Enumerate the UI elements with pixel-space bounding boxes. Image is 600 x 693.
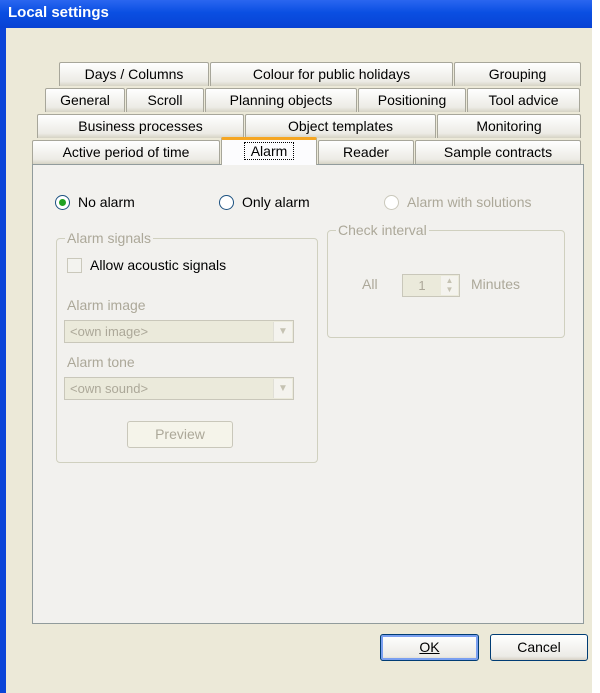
alarm-tone-select[interactable]: <own sound> ▼ <box>64 377 294 400</box>
check-interval-spinner[interactable]: 1 ▲ ▼ <box>402 274 460 297</box>
radio-unchecked-icon <box>219 194 234 210</box>
alarm-tone-label: Alarm tone <box>67 354 135 370</box>
chevron-down-icon[interactable]: ▼ <box>273 322 292 341</box>
tab-tool-advice[interactable]: Tool advice <box>467 88 580 112</box>
tab-days-columns[interactable]: Days / Columns <box>59 62 209 86</box>
tab-monitoring[interactable]: Monitoring <box>437 114 581 138</box>
allow-acoustic-signals-checkbox[interactable]: Allow acoustic signals <box>67 257 226 273</box>
radio-checked-icon <box>55 194 70 210</box>
window-title: Local settings <box>8 4 109 21</box>
check-interval-value: 1 <box>418 278 426 293</box>
tab-business-processes[interactable]: Business processes <box>37 114 244 138</box>
tab-colour-public-holidays[interactable]: Colour for public holidays <box>210 62 453 86</box>
radio-alarm-with-solutions-label: Alarm with solutions <box>407 194 532 210</box>
cancel-button[interactable]: Cancel <box>490 634 588 661</box>
check-interval-unit-label: Minutes <box>471 276 521 292</box>
check-interval-legend: Check interval <box>336 222 429 238</box>
radio-no-alarm-label: No alarm <box>78 194 135 210</box>
checkbox-box-icon <box>67 257 82 273</box>
check-interval-group: Check interval All 1 ▲ ▼ Minutes <box>327 222 565 338</box>
spin-up-down-icon[interactable]: ▲ ▼ <box>441 276 458 295</box>
tab-reader[interactable]: Reader <box>318 140 414 164</box>
tab-grouping[interactable]: Grouping <box>454 62 581 86</box>
ok-button-label: OK <box>419 639 440 655</box>
radio-alarm-with-solutions[interactable]: Alarm with solutions <box>384 194 532 210</box>
chevron-down-icon[interactable]: ▼ <box>273 379 292 398</box>
preview-button[interactable]: Preview <box>127 421 233 448</box>
alarm-signals-group: Alarm signals Allow acoustic signals Ala… <box>56 230 318 463</box>
tab-object-templates[interactable]: Object templates <box>245 114 436 138</box>
alarm-tone-value: <own sound> <box>70 381 149 396</box>
cancel-button-label: Cancel <box>517 639 561 655</box>
ok-button[interactable]: OK <box>380 634 479 661</box>
tab-scroll[interactable]: Scroll <box>126 88 204 112</box>
tab-active-period-of-time[interactable]: Active period of time <box>32 140 220 164</box>
radio-unchecked-icon <box>384 194 399 210</box>
allow-acoustic-signals-label: Allow acoustic signals <box>90 257 227 273</box>
tab-alarm[interactable]: Alarm <box>221 137 317 165</box>
tab-planning-objects[interactable]: Planning objects <box>205 88 357 112</box>
title-bar[interactable]: Local settings <box>0 0 592 28</box>
alarm-signals-legend: Alarm signals <box>65 230 154 246</box>
radio-only-alarm-label: Only alarm <box>242 194 310 210</box>
alarm-image-label: Alarm image <box>67 297 146 313</box>
radio-only-alarm[interactable]: Only alarm <box>219 194 310 210</box>
tab-alarm-label: Alarm <box>243 142 295 160</box>
radio-no-alarm[interactable]: No alarm <box>55 194 135 210</box>
check-interval-all-label: All <box>362 276 378 292</box>
alarm-tab-panel: No alarm Only alarm Alarm with solutions… <box>32 164 584 624</box>
alarm-image-value: <own image> <box>70 324 149 339</box>
tab-general[interactable]: General <box>45 88 125 112</box>
tab-positioning[interactable]: Positioning <box>358 88 466 112</box>
alarm-image-select[interactable]: <own image> ▼ <box>64 320 294 343</box>
tab-sample-contracts[interactable]: Sample contracts <box>415 140 581 164</box>
